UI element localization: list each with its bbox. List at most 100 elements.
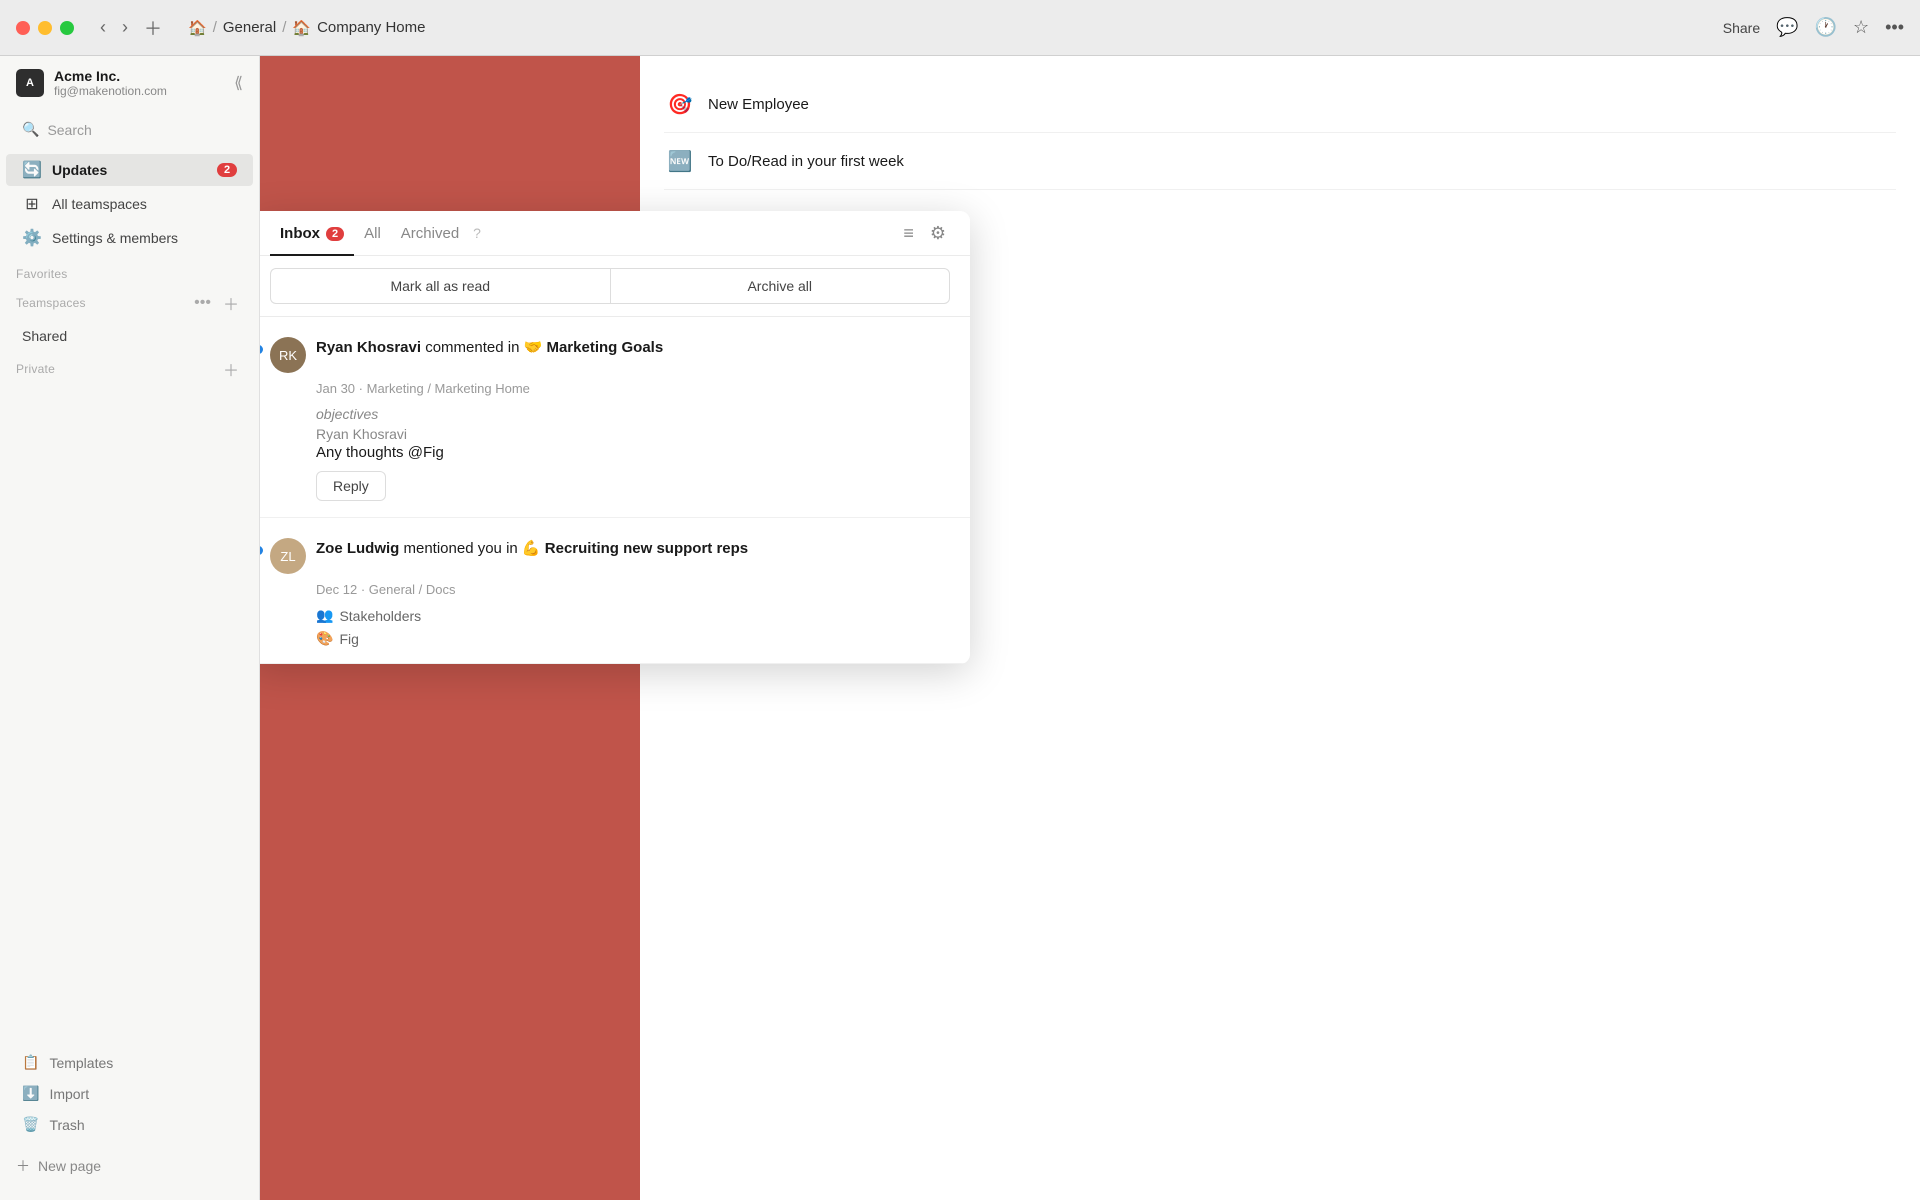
new-page-button[interactable]: ＋ New page	[0, 1148, 259, 1184]
close-button[interactable]	[16, 21, 30, 35]
help-icon[interactable]: ?	[473, 225, 481, 241]
inbox-settings-icon[interactable]: ⚙	[926, 219, 950, 248]
sidebar-item-import[interactable]: ⬇️ Import	[6, 1079, 253, 1108]
unread-indicator	[260, 345, 263, 354]
fig-label: Fig	[339, 631, 358, 647]
inbox-panel: Inbox 2 All Archived ? ≡ ⚙ Mark all as r…	[260, 211, 970, 664]
tab-archived-label: Archived	[401, 225, 459, 242]
search-label: Search	[47, 122, 91, 138]
sidebar-collapse-button[interactable]: ⟪	[234, 73, 243, 93]
more-icon[interactable]: •••	[1885, 17, 1904, 38]
workspace-switcher[interactable]: A Acme Inc. fig@makenotion.com	[16, 68, 167, 98]
private-section-label: Private	[16, 362, 55, 376]
reply-button[interactable]: Reply	[316, 471, 386, 501]
minimize-button[interactable]	[38, 21, 52, 35]
trash-label: Trash	[49, 1117, 84, 1133]
page-title: Marketing Goals	[546, 339, 663, 356]
teamspaces-section-row: Teamspaces ••• ＋	[0, 285, 259, 321]
page-item-title: New Employee	[708, 96, 809, 113]
private-add-button[interactable]: ＋	[219, 355, 243, 383]
private-section-row: Private ＋	[0, 351, 259, 387]
updates-badge: 2	[217, 163, 237, 177]
sidebar: A Acme Inc. fig@makenotion.com ⟪ 🔍 Searc…	[0, 56, 260, 1200]
comment-text: Any thoughts @Fig	[316, 444, 950, 461]
sidebar-item-teamspaces[interactable]: ⊞ All teamspaces	[6, 188, 253, 220]
fig-row: 🎨 Fig	[316, 630, 950, 647]
tab-archived[interactable]: Archived	[391, 211, 469, 256]
titlebar: ‹ › ＋ 🏠 / General / 🏠 Company Home Share…	[0, 0, 1920, 56]
inbox-badge: 2	[326, 227, 344, 241]
workspace-avatar: A	[16, 69, 44, 97]
content-area: Inbox 2 All Archived ? ≡ ⚙ Mark all as r…	[260, 56, 1920, 1200]
notif-author: Ryan Khosravi	[316, 339, 421, 356]
templates-icon: 📋	[22, 1054, 39, 1071]
main-layout: A Acme Inc. fig@makenotion.com ⟪ 🔍 Searc…	[0, 56, 1920, 1200]
teamspaces-add-button[interactable]: ＋	[219, 289, 243, 317]
participants-label: Stakeholders	[339, 608, 421, 624]
tab-all[interactable]: All	[354, 211, 391, 256]
mark-all-read-button[interactable]: Mark all as read	[270, 268, 610, 304]
page-icon: 🎯	[664, 88, 696, 120]
maximize-button[interactable]	[60, 21, 74, 35]
fig-icon: 🎨	[316, 630, 333, 647]
ryan-avatar: RK	[270, 337, 306, 373]
new-tab-button[interactable]: ＋	[138, 11, 168, 45]
workspace-name: Acme Inc.	[54, 68, 167, 84]
inbox-actions-bar: Mark all as read Archive all	[260, 256, 970, 317]
breadcrumb: 🏠 / General / 🏠 Company Home	[188, 19, 425, 37]
participants-icon: 👥	[316, 607, 333, 624]
updates-icon: 🔄	[22, 160, 42, 180]
unread-indicator	[260, 546, 263, 555]
archive-all-button[interactable]: Archive all	[610, 268, 951, 304]
workspace-email: fig@makenotion.com	[54, 84, 167, 98]
search-icon: 🔍	[22, 121, 39, 138]
new-page-icon: ＋	[16, 1156, 30, 1176]
home-icon[interactable]: 🏠	[188, 19, 207, 37]
notification-ryan: RK Ryan Khosravi commented in 🤝 Marketin…	[260, 317, 970, 518]
notif-meta: Jan 30 · Marketing / Marketing Home	[316, 381, 950, 396]
new-page-label: New page	[38, 1158, 101, 1174]
list-item[interactable]: 🆕 To Do/Read in your first week	[664, 133, 1896, 190]
comment-icon[interactable]: 💬	[1776, 17, 1798, 38]
sidebar-item-label: All teamspaces	[52, 196, 147, 212]
notification-zoe: ZL Zoe Ludwig mentioned you in 💪 Recruit…	[260, 518, 970, 664]
sidebar-item-label: Shared	[22, 328, 67, 344]
list-item[interactable]: 🎯 New Employee	[664, 76, 1896, 133]
page-icon: 🆕	[664, 145, 696, 177]
sidebar-item-shared[interactable]: Shared	[6, 322, 253, 350]
sidebar-item-trash[interactable]: 🗑️ Trash	[6, 1110, 253, 1139]
teamspaces-more-button[interactable]: •••	[190, 289, 215, 317]
share-button[interactable]: Share	[1723, 20, 1760, 36]
import-label: Import	[49, 1086, 89, 1102]
tab-all-label: All	[364, 225, 381, 242]
sidebar-item-settings[interactable]: ⚙️ Settings & members	[6, 222, 253, 254]
sidebar-item-templates[interactable]: 📋 Templates	[6, 1048, 253, 1077]
teamspaces-section-label: Teamspaces	[16, 296, 86, 310]
favorites-icon[interactable]: ☆	[1853, 17, 1869, 38]
search-button[interactable]: 🔍 Search	[12, 114, 247, 145]
forward-button[interactable]: ›	[116, 11, 134, 45]
sidebar-item-label: Updates	[52, 162, 107, 178]
notif-content: objectives Ryan Khosravi Any thoughts @F…	[316, 406, 950, 501]
templates-label: Templates	[49, 1055, 113, 1071]
tab-inbox[interactable]: Inbox 2	[270, 211, 354, 256]
page-emoji: 💪	[522, 540, 545, 557]
teamspaces-icon: ⊞	[22, 194, 42, 214]
back-button[interactable]: ‹	[94, 11, 112, 45]
notif-author: Zoe Ludwig	[316, 540, 399, 557]
sidebar-item-updates[interactable]: 🔄 Updates 2	[6, 154, 253, 186]
favorites-section-label: Favorites	[0, 255, 259, 285]
context-label: objectives	[316, 406, 950, 422]
breadcrumb-general[interactable]: General	[223, 19, 276, 36]
inbox-tabs: Inbox 2 All Archived ? ≡ ⚙	[260, 211, 970, 256]
filter-icon[interactable]: ≡	[899, 219, 918, 248]
trash-icon: 🗑️	[22, 1116, 39, 1133]
breadcrumb-page-title[interactable]: Company Home	[317, 19, 425, 36]
notif-title: Ryan Khosravi commented in 🤝 Marketing G…	[316, 337, 950, 358]
titlebar-actions: Share 💬 🕐 ☆ •••	[1723, 17, 1904, 38]
history-icon[interactable]: 🕐	[1815, 17, 1837, 38]
comment-author: Ryan Khosravi	[316, 426, 950, 442]
notif-mention-content: 👥 Stakeholders 🎨 Fig	[316, 607, 950, 647]
window-controls	[16, 21, 74, 35]
sidebar-item-label: Settings & members	[52, 230, 178, 246]
